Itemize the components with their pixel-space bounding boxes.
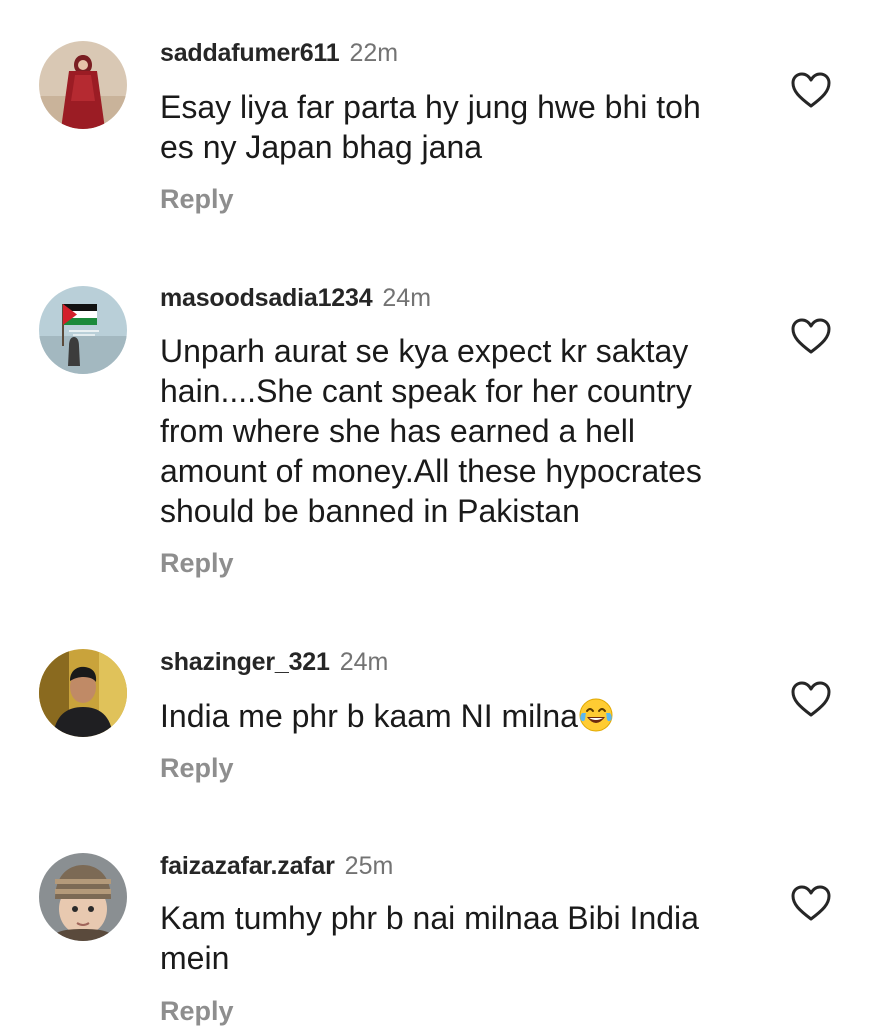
username[interactable]: saddafumer611 bbox=[160, 39, 340, 67]
reply-button[interactable]: Reply bbox=[160, 995, 234, 1027]
reply-button[interactable]: Reply bbox=[160, 547, 234, 579]
comment-text-content: India me phr b kaam NI milna bbox=[160, 698, 578, 734]
username[interactable]: faizazafar.zafar bbox=[160, 852, 335, 880]
heart-outline-icon bbox=[791, 72, 831, 108]
timestamp: 24m bbox=[339, 648, 389, 676]
heart-outline-icon bbox=[791, 318, 831, 354]
timestamp: 24m bbox=[382, 284, 432, 312]
like-button[interactable] bbox=[790, 884, 832, 922]
timestamp: 22m bbox=[349, 39, 399, 67]
comment-text: Kam tumhy phr b nai milnaa Bibi India me… bbox=[160, 900, 699, 976]
heart-outline-icon bbox=[791, 681, 831, 717]
comment-meta: saddafumer611 22m bbox=[160, 38, 398, 68]
comment-meta: masoodsadia1234 24m bbox=[160, 283, 431, 313]
username[interactable]: masoodsadia1234 bbox=[160, 284, 373, 312]
reply-button[interactable]: Reply bbox=[160, 752, 234, 784]
avatar[interactable] bbox=[39, 286, 127, 374]
comment-meta: shazinger_321 24m bbox=[160, 647, 388, 677]
avatar-man-black-jacket-icon bbox=[39, 649, 127, 737]
reply-button[interactable]: Reply bbox=[160, 183, 234, 215]
timestamp: 25m bbox=[344, 852, 394, 880]
like-button[interactable] bbox=[790, 680, 832, 718]
username[interactable]: shazinger_321 bbox=[160, 648, 330, 676]
like-button[interactable] bbox=[790, 71, 832, 109]
avatar[interactable] bbox=[39, 853, 127, 941]
like-button[interactable] bbox=[790, 317, 832, 355]
comment-text: Unparh aurat se kya expect kr saktay hai… bbox=[160, 333, 702, 529]
comment-meta: faizazafar.zafar 25m bbox=[160, 851, 393, 881]
heart-outline-icon bbox=[791, 885, 831, 921]
avatar-woman-red-dress-icon bbox=[39, 41, 127, 129]
face-with-tears-of-joy-icon bbox=[578, 697, 614, 733]
avatar-child-knit-hat-icon bbox=[39, 853, 127, 941]
comment-text: India me phr b kaam NI milna bbox=[160, 696, 770, 736]
avatar-palestine-flag-icon bbox=[39, 286, 127, 374]
comment-text: Esay liya far parta hy jung hwe bhi toh … bbox=[160, 89, 701, 165]
avatar[interactable] bbox=[39, 41, 127, 129]
avatar[interactable] bbox=[39, 649, 127, 737]
